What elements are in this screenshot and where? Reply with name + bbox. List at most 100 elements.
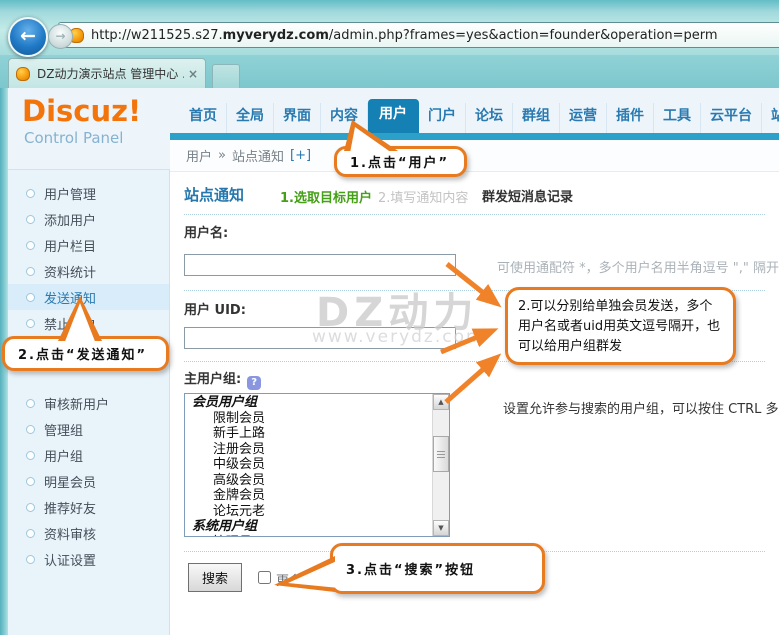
bullet-icon [26,293,35,302]
screenshot-root: { "browser": { "url": { "prefix": "http:… [0,0,779,635]
logo-subtitle: Control Panel [24,129,170,147]
tab-step1[interactable]: 1.选取目标用户 [280,187,372,206]
bullet-icon [26,267,35,276]
logo-block: Discuz! Control Panel [8,88,170,170]
bullet-icon [26,319,35,328]
sidebar: 用户管理 添加用户 用户栏目 资料统计 发送通知 禁止用户 审核新用户 管理组 … [8,170,170,635]
sidebar-item[interactable]: 发送通知 [8,284,169,310]
sidebar-item[interactable]: 用户栏目 [8,232,169,258]
breadcrumb-separator: » [218,148,226,163]
callout-step2: 2.点击“发送通知” [2,336,169,371]
browser-tab[interactable]: DZ动力演示站点 管理中心 ... × [8,58,206,88]
search-button[interactable]: 搜索 [188,563,242,592]
back-button[interactable]: ← [8,17,48,57]
sidebar-item[interactable]: 用户组 [8,442,169,468]
usergroup-option[interactable]: 高级会员 [185,473,432,489]
listbox-scrollbar[interactable]: ▲ ▼ [432,394,449,536]
sidebar-item[interactable]: 资料统计 [8,258,169,284]
bullet-icon [26,215,35,224]
nav-tab[interactable]: 工具 [654,103,701,133]
nav-tab[interactable]: 云平台 [701,103,762,133]
bullet-icon [26,529,35,538]
usergroup-option[interactable]: 论坛元老 [185,504,432,520]
bullet-icon [26,399,35,408]
tab-title: DZ动力演示站点 管理中心 ... [37,65,184,82]
bullet-icon [26,555,35,564]
sidebar-item[interactable]: 推荐好友 [8,494,169,520]
sidebar-item[interactable]: 用户管理 [8,180,169,206]
more-options-checkbox[interactable] [258,571,271,584]
group-label: 主用户组: [184,372,241,387]
discuz-logo: Discuz! [22,94,170,128]
breadcrumb-page[interactable]: 站点通知 [232,146,284,165]
forward-button[interactable]: → [48,24,73,49]
nav-tab[interactable]: 运营 [560,103,607,133]
usergroup-option[interactable]: 金牌会员 [185,488,432,504]
group-label-row: 主用户组:? [184,368,261,390]
nav-tab[interactable]: 内容 [321,103,368,133]
usergroup-option[interactable]: 新手上路 [185,426,432,442]
sidebar-item[interactable]: 明星会员 [8,468,169,494]
tab-step2[interactable]: 2.填写通知内容 [378,187,468,206]
usergroup-options: 会员用户组限制会员新手上路注册会员中级会员高级会员金牌会员论坛元老系统用户组管理… [185,395,432,537]
callout-tip-send: 2.可以分别给单独会员发送，多个用户名或者uid用英文逗号隔开，也可以给用户组群… [505,287,736,365]
top-nav: 首页全局界面内容用户门户论坛群组运营插件工具云平台站长UCenter [170,88,779,133]
usergroup-option[interactable]: 管理员 [185,535,432,538]
help-icon[interactable]: ? [247,376,261,390]
nav-tab[interactable]: 界面 [274,103,321,133]
uid-label: 用户 UID: [184,299,246,318]
browser-chrome: ← → http://w211525.s27.myverydz.com/admi… [0,0,779,55]
sidebar-item[interactable]: 审核新用户 [8,390,169,416]
more-options-label: 更多选项 [276,570,328,589]
record-link[interactable]: 群发短消息记录 [482,186,573,205]
usergroup-option[interactable]: 注册会员 [185,442,432,458]
back-icon: ← [20,25,36,47]
nav-tab[interactable]: 首页 [180,103,227,133]
usergroup-option[interactable]: 会员用户组 [185,395,432,411]
bullet-icon [26,425,35,434]
breadcrumb-expand[interactable]: [+] [290,148,311,163]
uid-input[interactable] [184,327,456,349]
username-hint: 可使用通配符 *，多个用户名用半角逗号 "," 隔开 [497,257,779,276]
nav-tab[interactable]: 群组 [513,103,560,133]
bullet-icon [26,451,35,460]
divider [184,214,765,215]
usergroup-listbox[interactable]: 会员用户组限制会员新手上路注册会员中级会员高级会员金牌会员论坛元老系统用户组管理… [184,393,450,537]
url-text: http://w211525.s27.myverydz.com/admin.ph… [91,28,718,43]
sidebar-item[interactable]: 添加用户 [8,206,169,232]
usergroup-option[interactable]: 中级会员 [185,457,432,473]
breadcrumb-section[interactable]: 用户 [186,146,212,165]
nav-tab[interactable]: 插件 [607,103,654,133]
sidebar-item[interactable]: 资料审核 [8,520,169,546]
address-bar[interactable]: http://w211525.s27.myverydz.com/admin.ph… [58,22,779,48]
username-input[interactable] [184,254,456,276]
nav-tab[interactable]: 论坛 [466,103,513,133]
usergroup-option[interactable]: 限制会员 [185,411,432,427]
page-title: 站点通知 [184,184,244,205]
browser-tabstrip: DZ动力演示站点 管理中心 ... × [0,55,779,88]
sidebar-item[interactable]: 禁止用户 [8,310,169,336]
nav-tab[interactable]: 用户 [368,99,419,133]
sidebar-item[interactable]: 管理组 [8,416,169,442]
callout-step1: 1.点击“用户” [334,146,467,177]
sidebar-item[interactable]: 认证设置 [8,546,169,572]
tab-favicon-icon [16,67,30,81]
nav-tab[interactable]: 门户 [419,103,466,133]
bullet-icon [26,189,35,198]
callout-step3: 3.点击“搜索”按钮 [330,543,545,594]
usergroup-option[interactable]: 系统用户组 [185,519,432,535]
scroll-thumb[interactable] [433,436,449,472]
group-hint: 设置允许参与搜索的用户组，可以按住 CTRL 多选 [503,398,779,417]
bullet-icon [26,477,35,486]
bullet-icon [26,503,35,512]
scroll-up-icon[interactable]: ▲ [433,394,449,410]
nav-underline-bar [170,133,779,140]
nav-tab[interactable]: 站长 [762,103,779,133]
forward-icon: → [55,29,65,43]
nav-tab[interactable]: 全局 [227,103,274,133]
scroll-down-icon[interactable]: ▼ [433,520,449,536]
bullet-icon [26,241,35,250]
new-tab-button[interactable] [212,64,240,90]
tab-close-icon[interactable]: × [184,67,198,81]
username-label: 用户名: [184,222,228,241]
